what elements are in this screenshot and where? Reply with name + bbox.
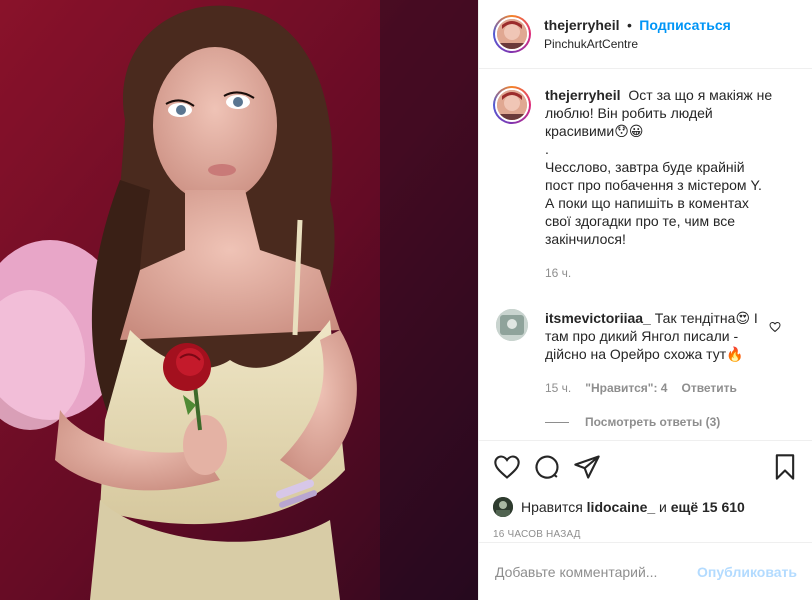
caption-username[interactable]: thejerryheil	[545, 87, 620, 103]
avatar-image	[493, 497, 513, 517]
comments-section[interactable]: thejerryheil Ост за що я макіяж не люблю…	[479, 70, 812, 440]
heart-icon[interactable]	[493, 453, 521, 481]
author-username[interactable]: thejerryheil	[544, 17, 619, 33]
post-actions: Нравится lidocaine_ и ещё 15 610 16 часо…	[479, 440, 812, 540]
add-comment-bar: Опубликовать	[479, 542, 812, 600]
comment-likes[interactable]: "Нравится": 4	[585, 379, 667, 397]
post-location[interactable]: PinchukArtCentre	[544, 35, 731, 53]
likes-conjunction: и	[659, 499, 667, 515]
view-replies-label: Посмотреть ответы (3)	[585, 415, 721, 429]
caption-author-avatar[interactable]	[493, 86, 531, 124]
follow-button[interactable]: Подписаться	[639, 17, 731, 33]
header-text: thejerryheil • Подписаться PinchukArtCen…	[544, 16, 731, 53]
comment-heart-icon[interactable]	[769, 321, 781, 333]
commenter-username[interactable]: itsmevictoriiaa_	[545, 310, 651, 326]
post-date[interactable]: 16 часов назад	[493, 529, 799, 540]
post-header: thejerryheil • Подписаться PinchukArtCen…	[479, 0, 812, 69]
comment-time[interactable]: 15 ч.	[545, 379, 571, 397]
caption-body: thejerryheil Ост за що я макіяж не люблю…	[545, 86, 773, 282]
commenter-avatar[interactable]	[496, 309, 528, 341]
author-avatar[interactable]	[493, 15, 531, 53]
share-icon[interactable]	[573, 453, 601, 481]
caption-line-2: .	[545, 141, 549, 157]
avatar-image	[496, 309, 528, 341]
comment-item: itsmevictoriiaa_ Так тендітна😍 I там про…	[493, 309, 797, 397]
publish-button[interactable]: Опубликовать	[697, 564, 797, 580]
caption: thejerryheil Ост за що я макіяж не люблю…	[493, 86, 797, 282]
bookmark-icon[interactable]	[771, 453, 799, 481]
separator-dot: •	[626, 16, 632, 33]
comment-meta: 15 ч. "Нравится": 4 Ответить	[545, 379, 761, 397]
likes-count[interactable]: ещё 15 610	[671, 499, 745, 515]
post-details-panel: thejerryheil • Подписаться PinchukArtCen…	[478, 0, 812, 600]
comment-input[interactable]	[495, 563, 698, 580]
reply-button[interactable]: Ответить	[681, 379, 736, 397]
caption-line-3: Чесслово, завтра буде крайній пост про п…	[545, 159, 762, 247]
comment-body: itsmevictoriiaa_ Так тендітна😍 I там про…	[545, 309, 761, 397]
avatar-image	[497, 90, 527, 120]
likes-summary: Нравится lidocaine_ и ещё 15 610	[493, 497, 799, 517]
liker-avatar[interactable]	[493, 497, 513, 517]
liker-username[interactable]: lidocaine_	[587, 499, 655, 515]
comment-icon[interactable]	[533, 453, 561, 481]
likes-prefix: Нравится	[521, 499, 583, 515]
view-replies-button[interactable]: Посмотреть ответы (3)	[545, 415, 797, 429]
action-icons	[493, 453, 799, 481]
post-image	[0, 0, 478, 600]
caption-time[interactable]: 16 ч.	[545, 264, 773, 282]
replies-line	[545, 421, 569, 423]
post-photo[interactable]	[0, 0, 478, 600]
avatar-image	[497, 19, 527, 49]
